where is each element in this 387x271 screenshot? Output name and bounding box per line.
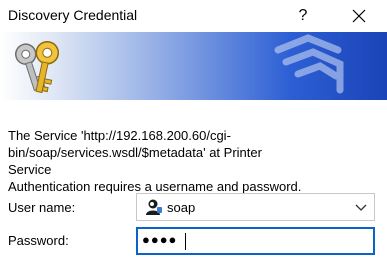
close-button[interactable]: [339, 2, 379, 30]
user-name-combobox[interactable]: soap: [136, 193, 375, 221]
help-icon: ?: [298, 7, 308, 24]
close-icon: [352, 9, 366, 23]
message-line: The Service 'http://192.168.200.60/cgi-: [8, 128, 231, 143]
text-caret: [185, 233, 186, 250]
user-icon: [146, 199, 162, 215]
chevron-down-icon[interactable]: [354, 201, 368, 213]
watermark-icon: [274, 34, 344, 94]
discovery-credential-dialog: Discovery Credential ? The Service 'http…: [0, 0, 387, 271]
window-title: Discovery Credential: [8, 7, 138, 23]
title-bar: Discovery Credential ?: [0, 0, 387, 32]
user-name-label: User name:: [8, 200, 76, 215]
password-value: ●●●●: [142, 232, 178, 247]
message-line: bin/soap/services.wsdl/$metadata' at Pri…: [8, 145, 262, 177]
keys-icon: [15, 41, 60, 94]
password-field[interactable]: ●●●●: [136, 227, 375, 255]
password-label: Password:: [8, 233, 69, 248]
user-name-value: soap: [167, 200, 196, 215]
help-button[interactable]: ?: [283, 2, 323, 30]
credential-message: The Service 'http://192.168.200.60/cgi- …: [8, 127, 308, 195]
banner: [0, 32, 387, 100]
